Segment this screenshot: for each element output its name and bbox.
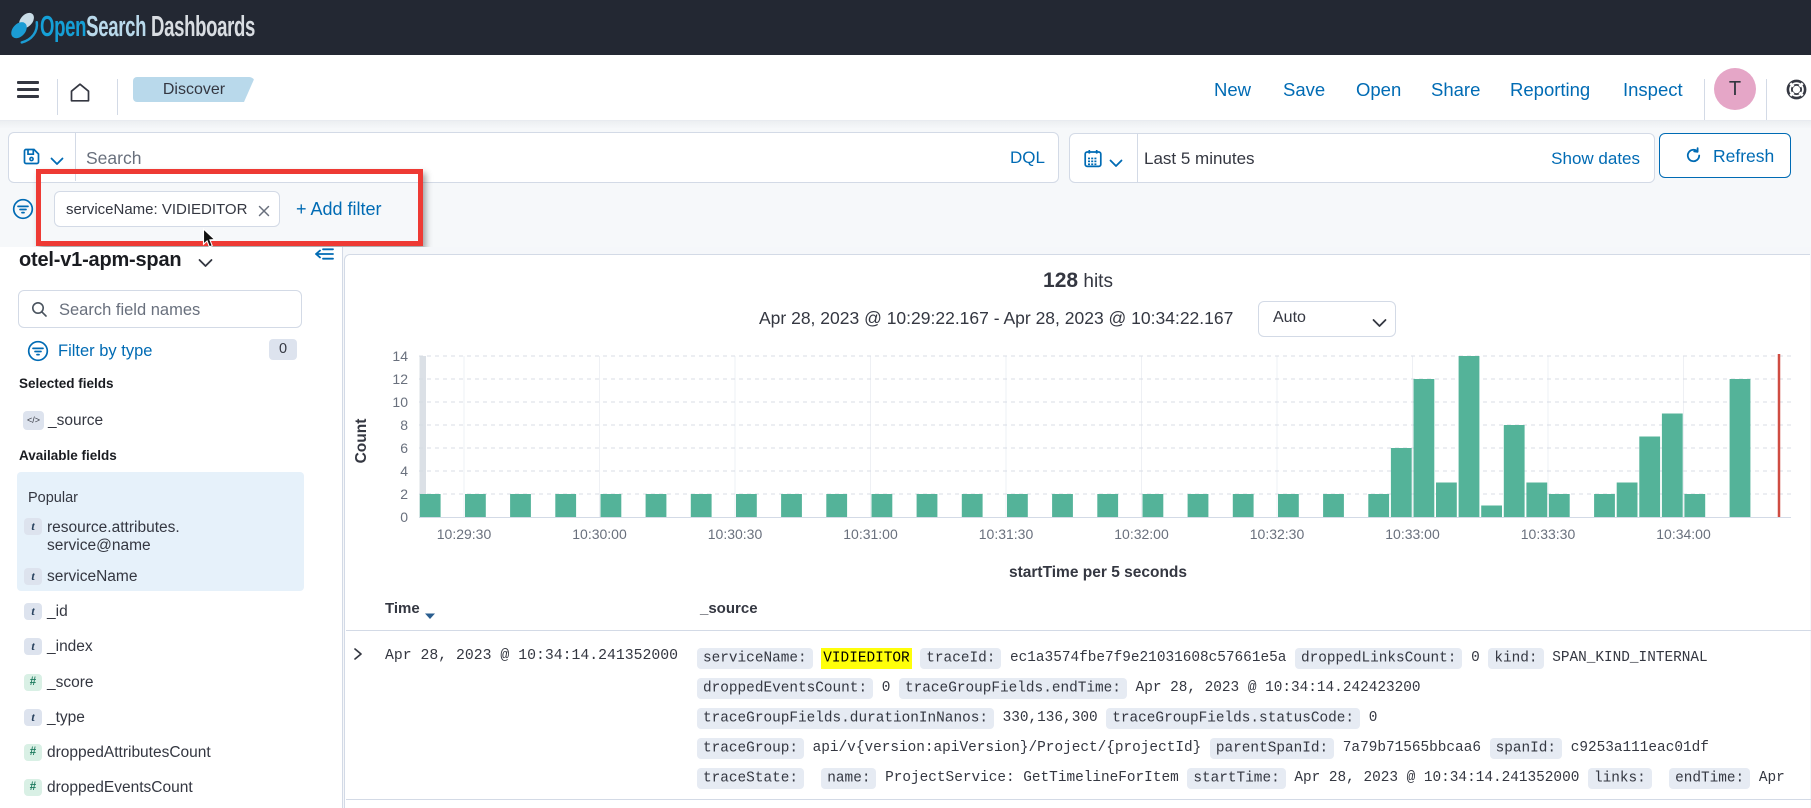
svg-text:8: 8 [400,417,408,433]
svg-text:14: 14 [392,348,408,364]
svg-text:2: 2 [400,486,408,502]
svg-text:startTime per 5 seconds: startTime per 5 seconds [1009,564,1187,581]
svg-text:10:32:00: 10:32:00 [1114,526,1169,542]
svg-text:10:32:30: 10:32:30 [1250,526,1305,542]
svg-text:0: 0 [400,509,408,525]
svg-text:10:31:30: 10:31:30 [979,526,1034,542]
svg-text:10:30:00: 10:30:00 [572,526,627,542]
svg-text:10: 10 [392,394,408,410]
svg-text:Count: Count [353,419,370,464]
svg-text:10:34:00: 10:34:00 [1656,526,1711,542]
svg-text:10:30:30: 10:30:30 [708,526,763,542]
svg-text:12: 12 [392,371,408,387]
svg-text:10:33:30: 10:33:30 [1521,526,1576,542]
svg-text:4: 4 [400,463,408,479]
svg-text:6: 6 [400,440,408,456]
svg-text:10:31:00: 10:31:00 [843,526,898,542]
svg-text:10:33:00: 10:33:00 [1385,526,1440,542]
svg-text:10:29:30: 10:29:30 [437,526,492,542]
